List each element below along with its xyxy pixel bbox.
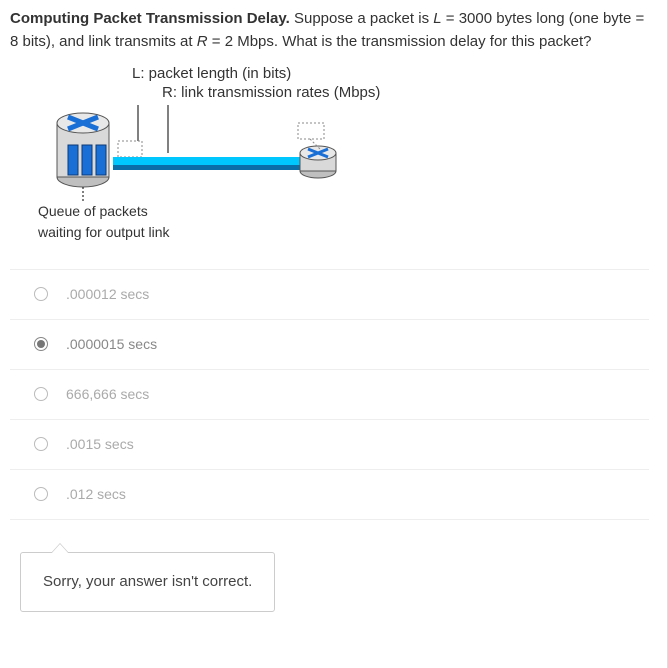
feedback-incorrect: Sorry, your answer isn't correct. — [20, 552, 275, 613]
option-label: .012 secs — [66, 484, 126, 505]
radio-icon — [34, 487, 48, 501]
option-3[interactable]: .0015 secs — [10, 420, 649, 470]
option-1[interactable]: .0000015 secs — [10, 320, 649, 370]
label-L: packet length (in bits) — [145, 65, 292, 82]
diagram-svg — [38, 105, 398, 205]
queue-caption: Queue of packets waiting for output link — [38, 201, 649, 243]
option-label: .000012 secs — [66, 284, 149, 305]
radio-icon — [34, 387, 48, 401]
feedback-text: Sorry, your answer isn't correct. — [43, 573, 252, 590]
answer-options: .000012 secs .0000015 secs 666,666 secs … — [10, 269, 649, 520]
question-title: Computing Packet Transmission Delay. — [10, 10, 290, 27]
label-R: link transmission rates (Mbps) — [177, 84, 380, 101]
radio-icon — [34, 287, 48, 301]
queue-caption-line1: Queue of packets — [38, 201, 649, 222]
radio-icon — [34, 437, 48, 451]
diagram-labels: L: packet length (in bits) R: link trans… — [38, 65, 649, 103]
question-stem: Computing Packet Transmission Delay. Sup… — [10, 8, 649, 53]
question-body-1: Suppose a packet is — [290, 10, 433, 27]
label-L-prefix: L: — [132, 65, 145, 82]
question-var-R: R — [197, 33, 208, 50]
option-2[interactable]: 666,666 secs — [10, 370, 649, 420]
option-4[interactable]: .012 secs — [10, 470, 649, 520]
option-label: 666,666 secs — [66, 384, 149, 405]
radio-icon — [34, 337, 48, 351]
option-label: .0015 secs — [66, 434, 134, 455]
network-diagram: L: packet length (in bits) R: link trans… — [38, 65, 649, 243]
label-R-prefix: R: — [162, 84, 177, 101]
queue-caption-line2: waiting for output link — [38, 222, 649, 243]
question-var-L: L — [433, 10, 441, 27]
option-label: .0000015 secs — [66, 334, 157, 355]
question-eq-2: = 2 Mbps. What is the transmission delay… — [208, 33, 592, 50]
option-0[interactable]: .000012 secs — [10, 270, 649, 320]
